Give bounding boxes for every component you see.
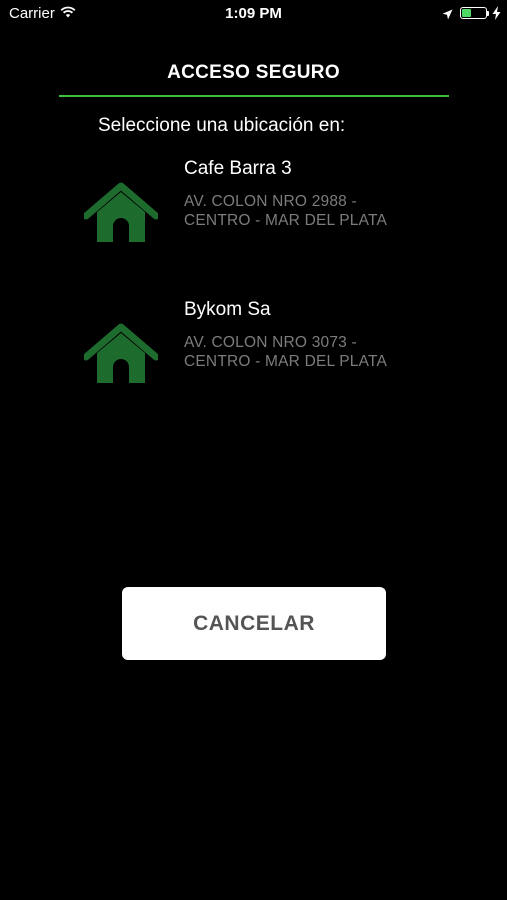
location-address: AV. COLON NRO 3073 - CENTRO - MAR DEL PL… xyxy=(184,333,424,371)
battery-level xyxy=(462,9,472,17)
location-item-bykom-sa[interactable]: Bykom Sa AV. COLON NRO 3073 - CENTRO - M… xyxy=(0,299,507,409)
clock: 1:09 PM xyxy=(225,5,282,22)
address-line-2: CENTRO - MAR DEL PLATA xyxy=(184,212,388,229)
location-name: Bykom Sa xyxy=(184,299,271,320)
house-icon xyxy=(82,182,160,249)
location-item-cafe-barra-3[interactable]: Cafe Barra 3 AV. COLON NRO 2988 - CENTRO… xyxy=(0,158,507,268)
instruction-text: Seleccione una ubicación en: xyxy=(98,115,346,136)
location-name: Cafe Barra 3 xyxy=(184,158,292,179)
location-arrow-icon xyxy=(442,7,453,25)
charging-bolt-icon xyxy=(492,6,501,25)
cancel-button[interactable]: CANCELAR xyxy=(122,587,386,660)
location-address: AV. COLON NRO 2988 - CENTRO - MAR DEL PL… xyxy=(184,192,424,230)
battery-icon xyxy=(460,7,487,19)
address-line-1: AV. COLON NRO 2988 - xyxy=(184,193,357,210)
house-icon xyxy=(82,323,160,390)
address-line-2: CENTRO - MAR DEL PLATA xyxy=(184,353,388,370)
page-title: ACCESO SEGURO xyxy=(167,62,340,83)
status-bar: Carrier 1:09 PM xyxy=(0,0,507,28)
battery-cap xyxy=(487,11,489,16)
title-divider xyxy=(59,95,449,97)
address-line-1: AV. COLON NRO 3073 - xyxy=(184,334,357,351)
